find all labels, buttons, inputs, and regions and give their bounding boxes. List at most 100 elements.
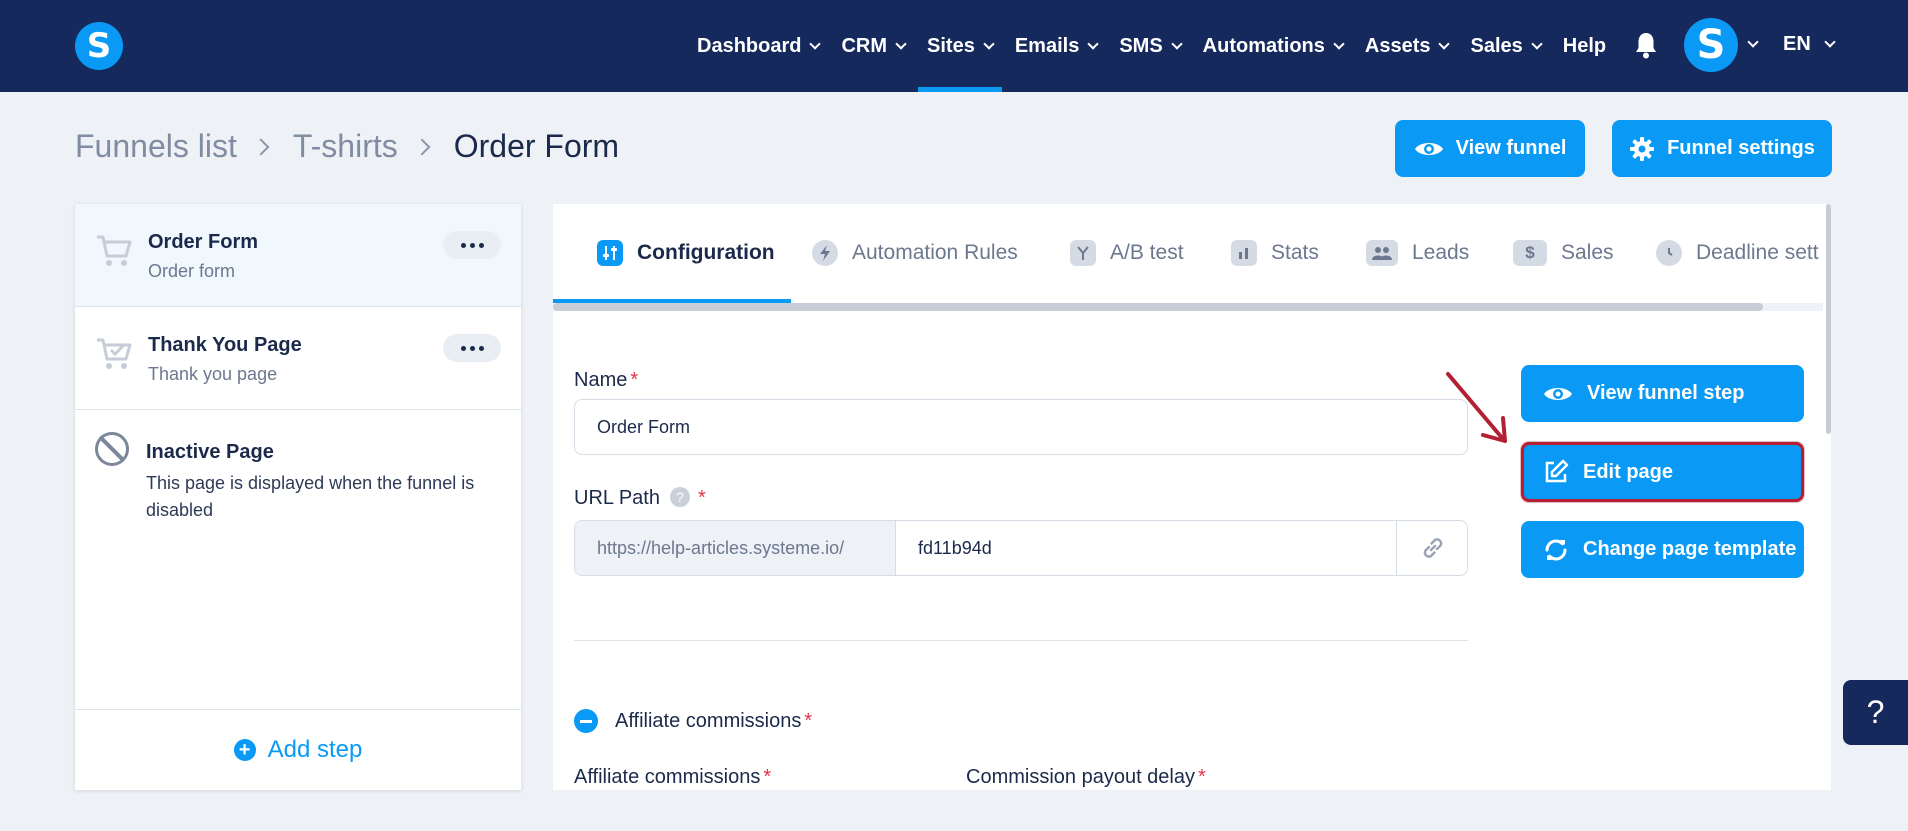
nav-label: SMS	[1119, 34, 1163, 57]
divider	[574, 640, 1468, 641]
nav-label: Sites	[927, 34, 975, 57]
breadcrumb-funnels-list[interactable]: Funnels list	[75, 128, 237, 165]
step-description: This page is displayed when the funnel i…	[146, 473, 475, 520]
chevron-down-icon	[809, 37, 822, 50]
chevron-down-icon	[1170, 37, 1183, 50]
chevron-right-icon	[252, 138, 270, 155]
chevron-down-icon	[895, 37, 907, 50]
step-title: Order Form	[148, 231, 259, 253]
eye-icon	[1414, 142, 1443, 155]
required-mark: *	[763, 766, 772, 788]
step-thank-you-page[interactable]: Thank You Page Thank you page	[75, 307, 521, 410]
chevron-down-icon[interactable]	[1824, 36, 1836, 48]
nav-item-dashboard[interactable]: Dashboard	[697, 0, 822, 92]
main-menu: Dashboard CRM Sites Emails SMS Automatio…	[697, 0, 1606, 92]
step-title: Inactive Page	[146, 441, 274, 463]
chevron-down-icon	[1438, 37, 1451, 50]
label-text: Commission payout delay	[966, 766, 1195, 788]
tab-label: Deadline sett	[1696, 241, 1819, 264]
button-label: Change page template	[1583, 538, 1797, 560]
tabs-scrollbar[interactable]	[553, 303, 1763, 311]
tab-sales[interactable]: $ Sales	[1513, 240, 1614, 266]
chevron-right-icon	[413, 138, 431, 155]
funnel-settings-button[interactable]: Funnel settings	[1612, 120, 1832, 177]
refresh-icon	[1545, 539, 1567, 560]
required-mark: *	[1198, 766, 1206, 788]
tab-ab-test[interactable]: A/B test	[1070, 240, 1184, 266]
tab-label: Configuration	[637, 241, 775, 264]
nav-item-crm[interactable]: CRM	[841, 0, 907, 92]
nav-label: Dashboard	[697, 34, 802, 57]
step-more-button[interactable]	[443, 334, 501, 362]
change-page-template-button[interactable]: Change page template	[1521, 521, 1804, 578]
nav-label: Automations	[1202, 34, 1325, 57]
nav-item-assets[interactable]: Assets	[1364, 0, 1451, 92]
link-icon[interactable]	[1396, 521, 1467, 575]
label-text: Affiliate commissions	[574, 766, 761, 788]
clock-icon	[1656, 240, 1682, 266]
chevron-down-icon	[1333, 37, 1345, 50]
button-label: View funnel step	[1587, 382, 1745, 404]
chevron-down-icon	[1531, 37, 1543, 50]
edit-page-button[interactable]: Edit page	[1521, 442, 1804, 502]
nav-item-help[interactable]: Help	[1563, 0, 1606, 92]
nav-label: Help	[1562, 34, 1607, 57]
help-icon[interactable]: ?	[669, 487, 690, 507]
button-label: Edit page	[1583, 460, 1674, 483]
cart-check-icon	[97, 338, 132, 369]
view-funnel-button[interactable]: View funnel	[1395, 120, 1585, 177]
gear-icon	[1630, 136, 1655, 161]
tab-leads[interactable]: Leads	[1366, 240, 1469, 266]
tab-bar: Configuration Automation Rules A/B test …	[553, 204, 1823, 304]
tab-label: Automation Rules	[852, 241, 1018, 264]
sliders-icon	[597, 240, 623, 266]
logo[interactable]: S	[75, 22, 123, 70]
nav-item-sms[interactable]: SMS	[1119, 0, 1183, 92]
nav-label: Assets	[1364, 34, 1431, 57]
add-step-button[interactable]: + Add step	[75, 709, 521, 790]
step-more-button[interactable]	[443, 231, 501, 259]
panel-scrollbar[interactable]	[1826, 204, 1831, 434]
cart-icon	[97, 235, 132, 266]
chevron-down-icon	[1087, 37, 1099, 50]
split-icon	[1070, 240, 1096, 266]
required-mark: *	[697, 487, 706, 509]
name-input[interactable]	[574, 399, 1468, 455]
language-switcher[interactable]: EN	[1783, 33, 1811, 56]
tab-automation-rules[interactable]: Automation Rules	[812, 240, 1018, 266]
affiliate-commissions-label: Affiliate commissions *	[574, 766, 771, 789]
eye-icon	[1544, 387, 1572, 400]
tab-label: Leads	[1412, 241, 1470, 264]
step-subtitle: Order form	[148, 261, 236, 281]
nav-label: Emails	[1014, 34, 1080, 57]
url-path-input[interactable]	[896, 521, 1396, 575]
chevron-down-icon	[983, 37, 995, 50]
dollar-icon: $	[1513, 240, 1547, 266]
breadcrumb-funnel[interactable]: T-shirts	[293, 128, 398, 165]
url-path-label: URL Path? *	[574, 487, 706, 510]
step-subtitle: Thank you page	[148, 364, 278, 384]
step-settings-panel: Configuration Automation Rules A/B test …	[553, 204, 1831, 790]
avatar[interactable]: S	[1684, 18, 1738, 72]
tab-label: Sales	[1561, 241, 1614, 264]
nav-item-sales[interactable]: Sales	[1470, 0, 1543, 92]
nav-item-automations[interactable]: Automations	[1202, 0, 1345, 92]
step-title: Thank You Page	[148, 334, 302, 356]
nav-label: Sales	[1470, 34, 1523, 57]
url-path-field: https://help-articles.systeme.io/	[574, 520, 1468, 576]
nav-item-sites[interactable]: Sites	[918, 0, 1002, 92]
nav-item-emails[interactable]: Emails	[1014, 0, 1099, 92]
tab-stats[interactable]: Stats	[1231, 240, 1319, 266]
chevron-down-icon[interactable]	[1747, 36, 1759, 48]
edit-icon	[1545, 459, 1569, 483]
view-funnel-step-button[interactable]: View funnel step	[1521, 365, 1804, 422]
help-button[interactable]: ?	[1843, 680, 1908, 745]
tab-configuration[interactable]: Configuration	[597, 240, 775, 266]
tab-deadline-settings[interactable]: Deadline sett	[1656, 240, 1819, 266]
affiliate-commissions-toggle[interactable]: Affiliate commissions *	[574, 709, 812, 733]
tab-label: Stats	[1271, 241, 1319, 264]
users-icon	[1366, 240, 1398, 266]
bell-icon[interactable]	[1634, 31, 1658, 59]
bar-chart-icon	[1231, 240, 1257, 266]
step-order-form[interactable]: Order Form Order form	[75, 204, 521, 307]
